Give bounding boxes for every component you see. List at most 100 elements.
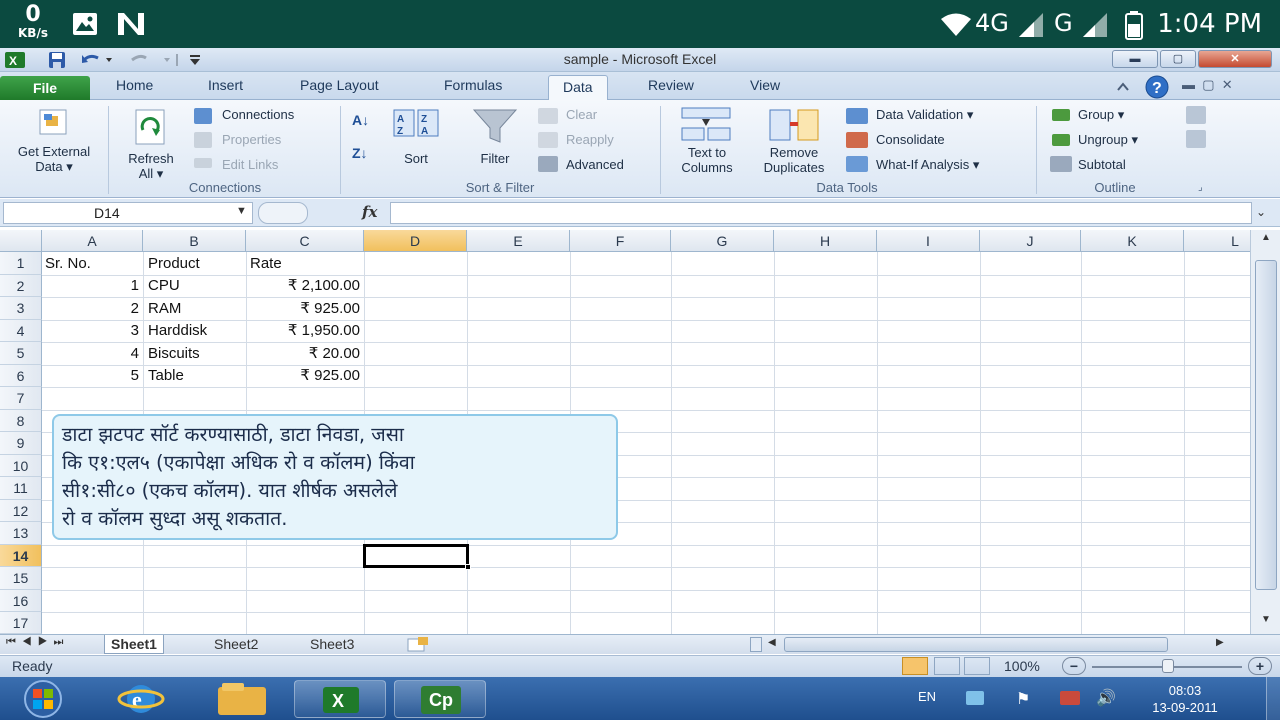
close-button[interactable]: ✕	[1198, 50, 1272, 68]
sort-button[interactable]: A Z Z A Sort	[388, 106, 444, 180]
properties-button[interactable]: Properties	[222, 132, 281, 147]
page-break-view-icon[interactable]	[964, 657, 990, 675]
select-all-corner[interactable]	[0, 230, 42, 252]
cell-a5[interactable]: 4	[42, 343, 139, 365]
scroll-left-icon[interactable]: ◀	[768, 637, 776, 648]
insert-function-button[interactable]: fx	[362, 203, 377, 221]
scroll-right-icon[interactable]: ▶	[1216, 637, 1224, 648]
zoom-out-icon[interactable]: −	[1062, 657, 1086, 675]
data-validation-button[interactable]: Data Validation ▾	[876, 107, 973, 123]
column-header-d[interactable]: D	[364, 230, 467, 252]
tab-home[interactable]: Home	[116, 77, 153, 93]
system-clock[interactable]: 08:03 13-09-2011	[1140, 682, 1230, 716]
remove-duplicates-button[interactable]: Remove Duplicates	[754, 106, 834, 180]
column-header-h[interactable]: H	[774, 230, 877, 252]
cell-b4[interactable]: Harddisk	[148, 320, 207, 342]
insert-sheet-icon[interactable]	[404, 637, 430, 653]
clear-button[interactable]: Clear	[566, 107, 597, 122]
what-if-analysis-button[interactable]: What-If Analysis ▾	[876, 157, 979, 173]
minimize-button[interactable]: ▬	[1112, 50, 1158, 68]
cell-c3[interactable]: ₹ 925.00	[246, 298, 360, 320]
formula-expand-handle[interactable]	[258, 202, 308, 224]
file-explorer-icon[interactable]	[214, 681, 270, 717]
tab-data[interactable]: Data	[548, 75, 608, 101]
cell-a2[interactable]: 1	[42, 275, 139, 297]
cell-c5[interactable]: ₹ 20.00	[246, 343, 360, 365]
row-header-2[interactable]: 2	[0, 275, 42, 297]
cell-b5[interactable]: Biscuits	[148, 343, 200, 365]
zoom-slider-thumb[interactable]	[1162, 659, 1174, 673]
sort-z-a-button[interactable]: Z↓	[352, 145, 368, 161]
column-header-a[interactable]: A	[42, 230, 143, 252]
tab-file[interactable]: File	[0, 76, 90, 100]
horizontal-scroll-thumb[interactable]	[784, 637, 1168, 652]
column-header-c[interactable]: C	[246, 230, 364, 252]
volume-icon[interactable]: 🔊	[1096, 688, 1116, 708]
get-external-data-button[interactable]: Get External Data ▾	[4, 106, 104, 180]
row-header-4[interactable]: 4	[0, 320, 42, 342]
page-layout-view-icon[interactable]	[934, 657, 960, 675]
connections-button[interactable]: Connections	[222, 107, 294, 122]
sheet-nav-arrows[interactable]: ⏮◀▶⏭	[6, 636, 69, 649]
row-header-6[interactable]: 6	[0, 365, 42, 387]
cell-b1[interactable]: Product	[148, 253, 200, 275]
sheet-tab-3[interactable]: Sheet3	[304, 635, 360, 654]
sheet-tab-1[interactable]: Sheet1	[104, 635, 164, 654]
row-header-13[interactable]: 13	[0, 522, 42, 545]
cell-a1[interactable]: Sr. No.	[45, 253, 91, 275]
cell-a3[interactable]: 2	[42, 298, 139, 320]
cell-c2[interactable]: ₹ 2,100.00	[246, 275, 360, 297]
windows-start-icon[interactable]	[14, 679, 72, 719]
cell-a6[interactable]: 5	[42, 365, 139, 387]
taskbar-captivate-button[interactable]: Cp	[394, 680, 486, 718]
name-box-dropdown-icon[interactable]: ▼	[236, 205, 247, 217]
column-header-k[interactable]: K	[1081, 230, 1184, 252]
edit-links-button[interactable]: Edit Links	[222, 157, 278, 172]
ribbon-collapse-icon[interactable]	[1116, 80, 1130, 92]
row-header-3[interactable]: 3	[0, 297, 42, 320]
ungroup-button[interactable]: Ungroup ▾	[1078, 132, 1138, 148]
consolidate-button[interactable]: Consolidate	[876, 132, 945, 147]
row-header-11[interactable]: 11	[0, 477, 42, 500]
tray-network-icon[interactable]	[966, 691, 984, 705]
tray-power-icon[interactable]	[1060, 691, 1080, 705]
column-header-l[interactable]: L	[1184, 230, 1250, 252]
fill-handle[interactable]	[465, 564, 471, 570]
action-center-flag-icon[interactable]: ⚑	[1016, 689, 1030, 709]
sheet-tab-2[interactable]: Sheet2	[208, 635, 264, 654]
show-detail-icon[interactable]	[1186, 106, 1206, 124]
sort-a-z-button[interactable]: A↓	[352, 112, 369, 128]
internet-explorer-icon[interactable]: e	[116, 681, 166, 717]
column-header-e[interactable]: E	[467, 230, 570, 252]
outline-dialog-launcher-icon[interactable]: ⌟	[1198, 182, 1203, 193]
cell-a4[interactable]: 3	[42, 320, 139, 342]
column-header-g[interactable]: G	[671, 230, 774, 252]
tab-review[interactable]: Review	[648, 77, 694, 93]
row-header-9[interactable]: 9	[0, 432, 42, 455]
cell-b3[interactable]: RAM	[148, 298, 181, 320]
row-header-7[interactable]: 7	[0, 387, 42, 410]
advanced-button[interactable]: Advanced	[566, 157, 624, 172]
row-header-15[interactable]: 15	[0, 567, 42, 590]
cell-b6[interactable]: Table	[148, 365, 184, 387]
tab-formulas[interactable]: Formulas	[444, 77, 502, 93]
column-header-i[interactable]: I	[877, 230, 980, 252]
active-cell-d14[interactable]	[363, 544, 471, 570]
name-box[interactable]: D14	[3, 202, 253, 224]
column-header-j[interactable]: J	[980, 230, 1081, 252]
reapply-button[interactable]: Reapply	[566, 132, 614, 147]
cell-c1[interactable]: Rate	[250, 253, 282, 275]
row-header-5[interactable]: 5	[0, 342, 42, 365]
formula-input[interactable]	[390, 202, 1252, 224]
row-header-10[interactable]: 10	[0, 455, 42, 477]
tab-insert[interactable]: Insert	[208, 77, 243, 93]
maximize-button[interactable]: ▢	[1160, 50, 1196, 68]
scroll-up-icon[interactable]: ▲	[1255, 232, 1277, 248]
text-to-columns-button[interactable]: Text to Columns	[668, 106, 746, 180]
column-header-f[interactable]: F	[570, 230, 671, 252]
row-header-14[interactable]: 14	[0, 545, 42, 567]
vertical-scroll-thumb[interactable]	[1255, 260, 1277, 590]
filter-button[interactable]: Filter	[462, 106, 528, 180]
column-header-b[interactable]: B	[143, 230, 246, 252]
tab-view[interactable]: View	[750, 77, 780, 93]
